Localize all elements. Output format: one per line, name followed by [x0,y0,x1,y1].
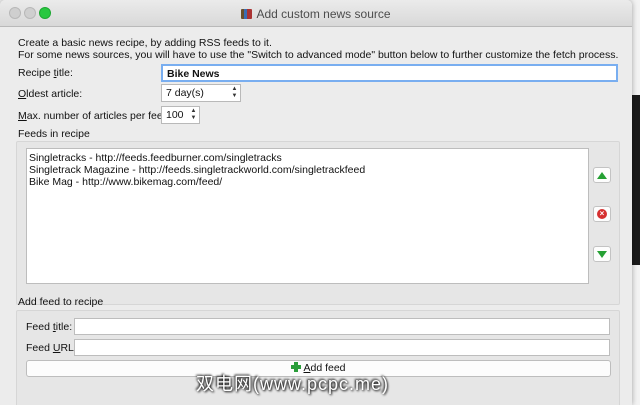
feeds-in-recipe-label: Feeds in recipe [18,128,90,140]
delete-icon: × [597,209,607,219]
window-title-text: Add custom news source [256,7,391,21]
feeds-list[interactable]: Singletracks - http://feeds.feedburner.c… [26,148,589,284]
recipe-title-label: Recipe title: [18,67,73,79]
dialog-window: Add custom news source Create a basic ne… [0,0,632,405]
dialog-content: Create a basic news recipe, by adding RS… [0,28,632,405]
feed-title-input[interactable] [74,318,610,335]
oldest-article-stepper-icon[interactable]: ▲ ▼ [230,86,239,100]
arrow-down-icon [597,250,607,258]
app-book-icon [241,9,253,19]
intro-line-2: For some news sources, you will have to … [18,49,619,61]
intro-text: Create a basic news recipe, by adding RS… [18,37,618,61]
move-feed-down-button[interactable] [593,246,611,262]
max-articles-label: Max. number of articles per feed: [18,110,172,122]
add-feed-group-label: Add feed to recipe [18,296,104,308]
feed-list-item[interactable]: Singletracks - http://feeds.feedburner.c… [29,152,586,164]
max-articles-stepper-icon[interactable]: ▲ ▼ [189,108,198,122]
oldest-article-value: 7 day(s) [166,87,204,99]
oldest-article-spinbox[interactable]: 7 day(s) ▲ ▼ [161,84,241,102]
max-articles-value: 100 [166,109,184,121]
window-title: Add custom news source [0,7,632,21]
max-articles-spinbox[interactable]: 100 ▲ ▼ [161,106,200,124]
arrow-up-icon [597,171,607,179]
recipe-title-input[interactable]: Bike News [161,64,618,82]
feed-url-label: Feed URL: [26,342,77,354]
remove-feed-button[interactable]: × [593,206,611,222]
move-feed-up-button[interactable] [593,167,611,183]
feed-title-label: Feed title: [26,321,73,333]
oldest-article-label: Oldest article: [18,88,83,100]
watermark-text: 双电网(www.pcpc.me) [196,374,390,394]
title-bar[interactable]: Add custom news source [0,0,632,27]
feed-url-input[interactable] [74,339,610,356]
feed-list-item[interactable]: Singletrack Magazine - http://feeds.sing… [29,164,586,176]
intro-line-1: Create a basic news recipe, by adding RS… [18,37,272,49]
feed-list-item[interactable]: Bike Mag - http://www.bikemag.com/feed/ [29,176,586,188]
